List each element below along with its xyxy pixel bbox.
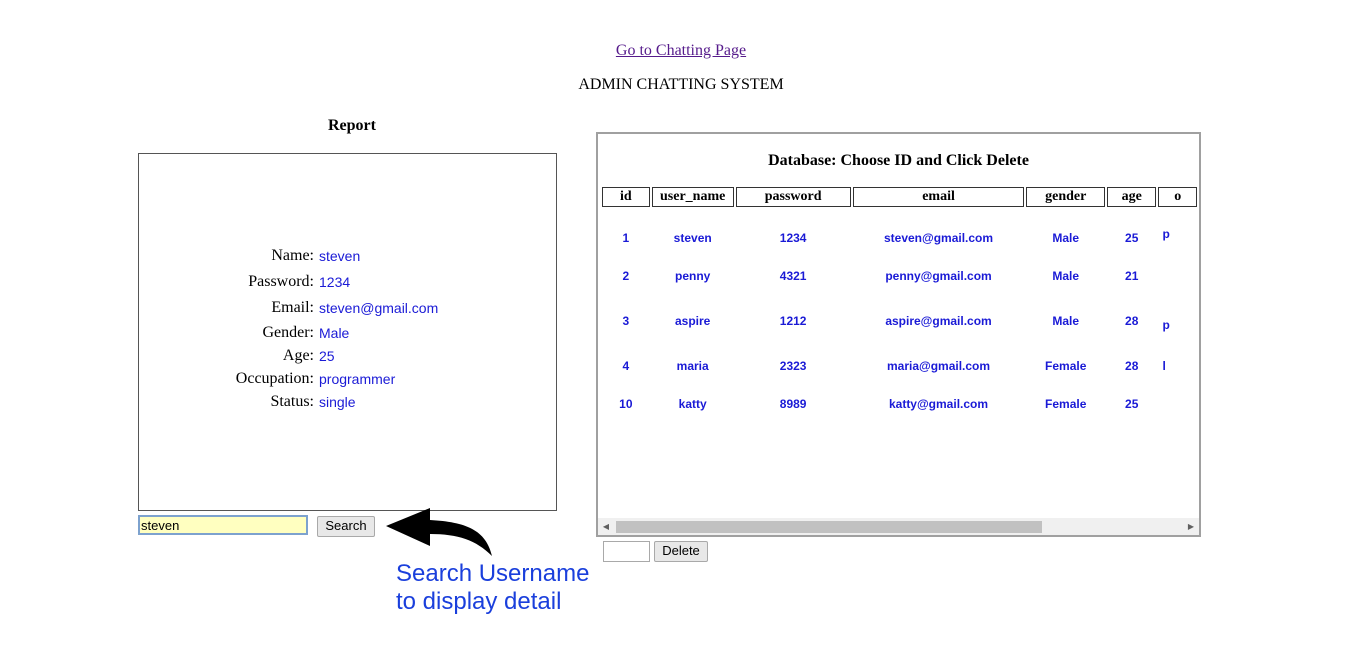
scrollbar-thumb[interactable] bbox=[616, 521, 1042, 533]
detail-row-password: Password: 1234 bbox=[139, 272, 556, 292]
scroll-left-arrow-icon[interactable]: ◀ bbox=[598, 518, 614, 535]
detail-label: Status: bbox=[270, 393, 314, 410]
cell-id: 10 bbox=[619, 397, 633, 411]
table-row[interactable]: 4 maria 2323 maria@gmail.com Female 28 l bbox=[602, 355, 1197, 377]
cell-email: steven@gmail.com bbox=[883, 231, 994, 245]
cell-gender: Male bbox=[1052, 269, 1080, 283]
cell-user-name: maria bbox=[676, 359, 709, 373]
horizontal-scrollbar[interactable]: ◀ ▶ bbox=[598, 518, 1199, 535]
cell-age: 21 bbox=[1125, 269, 1139, 283]
table-header-row: id user_name password email gender age o bbox=[602, 187, 1197, 207]
detail-row-occupation: Occupation: programmer bbox=[139, 369, 556, 389]
cell-user-name: penny bbox=[675, 269, 711, 283]
cell-password: 1212 bbox=[779, 314, 807, 328]
column-header-email: email bbox=[852, 187, 1025, 207]
cell-gender: Male bbox=[1052, 231, 1080, 245]
page-title: ADMIN CHATTING SYSTEM bbox=[578, 76, 784, 93]
cell-email: katty@gmail.com bbox=[888, 397, 989, 411]
database-heading: Database: Choose ID and Click Delete bbox=[768, 152, 1029, 169]
detail-value: 25 bbox=[319, 348, 335, 364]
detail-row-email: Email: steven@gmail.com bbox=[139, 298, 556, 318]
cell-age: 25 bbox=[1125, 397, 1139, 411]
database-panel: Database: Choose ID and Click Delete id … bbox=[596, 132, 1201, 537]
cell-occupation: l bbox=[1162, 359, 1166, 373]
chat-link-container: Go to Chatting Page bbox=[0, 42, 1357, 60]
annotation-line-1: Search Username bbox=[396, 560, 590, 587]
column-header-gender: gender bbox=[1026, 187, 1105, 207]
cell-password: 4321 bbox=[779, 269, 807, 283]
cell-age: 25 bbox=[1125, 231, 1139, 245]
cell-user-name: steven bbox=[673, 231, 712, 245]
cell-id: 4 bbox=[622, 359, 630, 373]
cell-gender: Female bbox=[1045, 397, 1087, 411]
detail-label: Age: bbox=[282, 347, 314, 364]
column-header-id: id bbox=[602, 187, 650, 207]
search-username-input[interactable] bbox=[138, 515, 308, 535]
table-row[interactable]: 2 penny 4321 penny@gmail.com Male 21 bbox=[602, 265, 1197, 287]
cell-id: 3 bbox=[622, 314, 630, 328]
column-header-user-name: user_name bbox=[651, 187, 734, 207]
detail-value: Male bbox=[319, 325, 350, 341]
cell-user-name: aspire bbox=[675, 314, 711, 328]
column-header-age: age bbox=[1106, 187, 1157, 207]
detail-row-name: Name: steven bbox=[139, 246, 556, 266]
cell-password: 2323 bbox=[779, 359, 807, 373]
cell-gender: Male bbox=[1052, 314, 1080, 328]
database-table: id user_name password email gender age o… bbox=[600, 187, 1199, 415]
cell-password: 1234 bbox=[779, 231, 807, 245]
cell-email: penny@gmail.com bbox=[885, 269, 992, 283]
detail-label: Email: bbox=[271, 299, 314, 316]
detail-label: Name: bbox=[271, 247, 314, 264]
cell-occupation bbox=[1158, 393, 1197, 415]
detail-row-age: Age: 25 bbox=[139, 346, 556, 366]
delete-button[interactable]: Delete bbox=[654, 541, 708, 562]
cell-id: 1 bbox=[622, 231, 630, 245]
column-header-occupation: o bbox=[1158, 187, 1197, 207]
cell-email: maria@gmail.com bbox=[886, 359, 991, 373]
detail-label: Password: bbox=[248, 273, 314, 290]
cell-id: 2 bbox=[622, 269, 630, 283]
cell-gender: Female bbox=[1045, 359, 1087, 373]
detail-row-status: Status: single bbox=[139, 392, 556, 412]
table-row[interactable]: 1 steven 1234 steven@gmail.com Male 25 p bbox=[602, 227, 1197, 249]
cell-occupation: p bbox=[1162, 318, 1170, 332]
table-row[interactable]: 3 aspire 1212 aspire@gmail.com Male 28 p bbox=[602, 310, 1197, 332]
curved-arrow-icon bbox=[386, 508, 492, 556]
cell-age: 28 bbox=[1125, 314, 1139, 328]
go-to-chatting-page-link[interactable]: Go to Chatting Page bbox=[616, 42, 746, 59]
detail-value: steven@gmail.com bbox=[319, 300, 439, 316]
annotation-line-2: to display detail bbox=[396, 588, 562, 615]
detail-value: 1234 bbox=[319, 274, 351, 290]
detail-label: Gender: bbox=[262, 324, 314, 341]
report-heading: Report bbox=[328, 117, 376, 134]
cell-occupation: p bbox=[1162, 227, 1170, 241]
cell-age: 28 bbox=[1125, 359, 1139, 373]
detail-value: programmer bbox=[319, 371, 396, 387]
table-row[interactable]: 10 katty 8989 katty@gmail.com Female 25 bbox=[602, 393, 1197, 415]
report-panel: Name: steven Password: 1234 Email: steve… bbox=[138, 153, 557, 511]
cell-occupation bbox=[1158, 265, 1197, 287]
annotation-text: Search Username to display detail bbox=[396, 560, 589, 616]
cell-password: 8989 bbox=[779, 397, 807, 411]
cell-user-name: katty bbox=[678, 397, 707, 411]
cell-email: aspire@gmail.com bbox=[885, 314, 992, 328]
detail-label: Occupation: bbox=[235, 370, 314, 387]
detail-value: steven bbox=[319, 248, 361, 264]
scroll-right-arrow-icon[interactable]: ▶ bbox=[1183, 518, 1199, 535]
detail-value: single bbox=[319, 394, 356, 410]
column-header-password: password bbox=[735, 187, 851, 207]
delete-id-input[interactable] bbox=[603, 541, 650, 562]
search-button[interactable]: Search bbox=[317, 516, 375, 537]
detail-row-gender: Gender: Male bbox=[139, 323, 556, 343]
